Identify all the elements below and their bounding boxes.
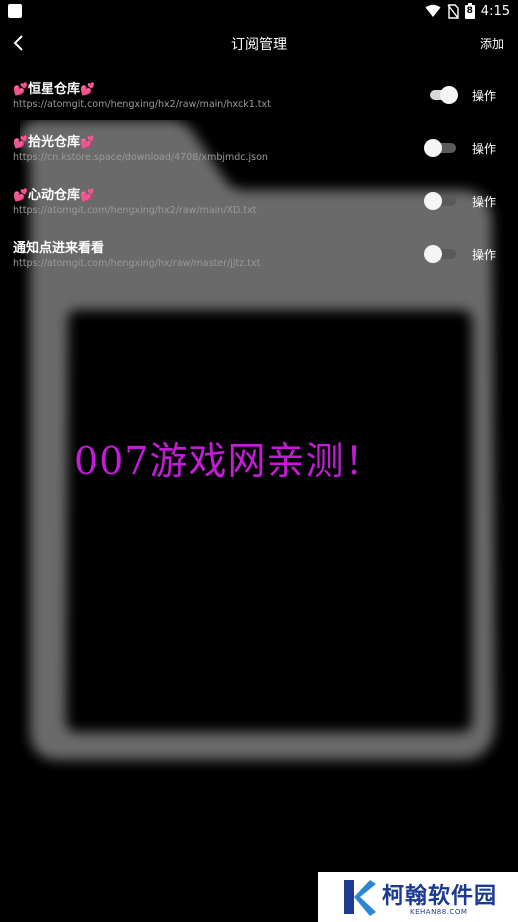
action-button[interactable]: 操作 [472,87,496,104]
watermark-logo: 柯翰软件园 KEHAN88.COM [318,872,518,922]
subscription-name: 💕恒星仓库💕 [13,82,95,97]
enable-toggle[interactable] [424,192,460,210]
k-logo-icon [344,880,376,916]
list-item: 💕恒星仓库💕 https://atomgit.com/hengxing/hx2/… [0,76,518,129]
battery-icon: 8 [464,3,475,19]
list-item: 通知点进来看看 https://atomgit.com/hengxing/hx/… [0,235,518,288]
subscription-url: https://atomgit.com/hengxing/hx2/raw/mai… [13,205,257,216]
enable-toggle[interactable] [424,245,460,263]
heart-icon: 💕 [13,188,28,202]
add-button[interactable]: 添加 [480,35,504,52]
heart-icon: 💕 [79,82,95,96]
subscription-name: 💕拾光仓库💕 [13,135,95,150]
battery-level: 8 [466,6,473,16]
app-notification-icon [8,4,22,18]
no-sim-icon [447,3,459,19]
subscription-name: 💕心动仓库💕 [13,188,95,203]
enable-toggle[interactable] [424,86,460,104]
list-item: 💕拾光仓库💕 https://cn.kstore.space/download/… [0,129,518,182]
subscription-list: 💕恒星仓库💕 https://atomgit.com/hengxing/hx2/… [0,76,518,288]
heart-icon: 💕 [13,135,28,149]
header: 订阅管理 添加 [0,28,518,58]
status-bar: 8 4:15 [0,0,518,22]
heart-icon: 💕 [79,188,95,202]
overlay-text: 007游戏网亲测！ [74,439,384,483]
action-button[interactable]: 操作 [472,246,496,263]
action-button[interactable]: 操作 [472,140,496,157]
logo-name: 柯翰软件园 [382,884,498,909]
subscription-name: 通知点进来看看 [13,241,105,256]
logo-domain: KEHAN88.COM [410,908,468,916]
page-title: 订阅管理 [231,37,287,53]
wifi-icon [425,4,441,18]
subscription-url: https://atomgit.com/hengxing/hx/raw/mast… [13,258,261,269]
clock: 4:15 [480,3,510,19]
list-item: 💕心动仓库💕 https://atomgit.com/hengxing/hx2/… [0,182,518,235]
action-button[interactable]: 操作 [472,193,496,210]
enable-toggle[interactable] [424,139,460,157]
heart-icon: 💕 [13,82,28,96]
subscription-url: https://cn.kstore.space/download/4708/xm… [13,152,268,163]
subscription-url: https://atomgit.com/hengxing/hx2/raw/mai… [13,99,271,110]
heart-icon: 💕 [79,135,95,149]
